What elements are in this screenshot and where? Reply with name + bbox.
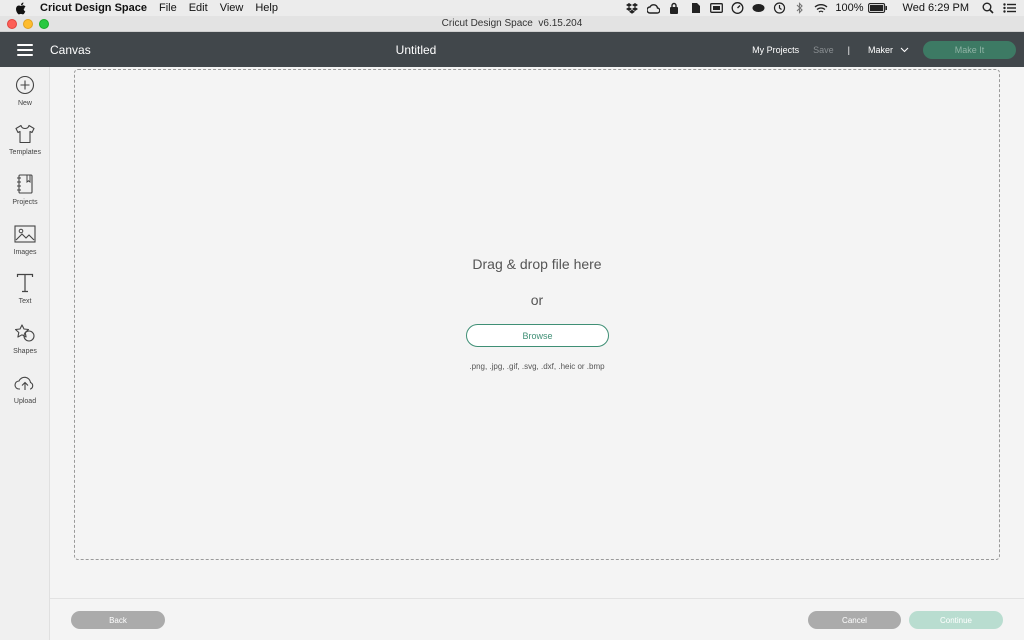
lock-icon[interactable] [667, 2, 681, 14]
sidebar-item-label: Text [18, 298, 32, 305]
shapes-icon [14, 322, 36, 344]
upload-main-area: Drag & drop file here or Browse .png, .j… [50, 67, 1024, 598]
sidebar-item-images[interactable]: Images [0, 223, 50, 269]
sidebar-item-templates[interactable]: Templates [0, 123, 50, 169]
footer-bar: Back Cancel Continue [50, 598, 1024, 640]
macos-menubar: Cricut Design Space File Edit View Help [0, 0, 1024, 16]
sidebar-item-label: Shapes [13, 348, 37, 355]
minimize-window-button[interactable] [23, 19, 33, 29]
gauge-icon[interactable] [730, 2, 744, 14]
my-projects-link[interactable]: My Projects [752, 45, 799, 55]
sidebar-item-label: Upload [13, 398, 37, 405]
menubar-tray: 100% Wed 6:29 PM [625, 0, 1024, 16]
sidebar-item-upload[interactable]: Upload [0, 372, 50, 418]
left-sidebar: New Templates Projects Images Text Shape… [0, 67, 50, 640]
or-text: or [530, 292, 544, 308]
header-divider: | [847, 44, 850, 55]
image-icon [14, 223, 36, 245]
display-icon[interactable] [709, 2, 723, 14]
sidebar-item-new[interactable]: New [0, 74, 50, 120]
document-title-wrapper: Untitled [0, 43, 832, 57]
menu-view[interactable]: View [220, 0, 244, 16]
menu-app-name[interactable]: Cricut Design Space [40, 0, 147, 16]
close-window-button[interactable] [7, 19, 17, 29]
browse-button[interactable]: Browse [466, 324, 609, 347]
spotlight-search-icon[interactable] [981, 2, 995, 14]
control-center-icon[interactable] [1002, 2, 1016, 14]
header-actions: My Projects Save | Maker Make It [752, 32, 1016, 67]
plus-circle-icon [14, 74, 36, 96]
menu-file[interactable]: File [159, 0, 177, 16]
sidebar-item-shapes[interactable]: Shapes [0, 322, 50, 368]
app-header: Canvas Untitled My Projects Save | Maker… [0, 32, 1024, 67]
sidebar-item-label: Projects [12, 199, 38, 206]
battery-percent: 100% [835, 2, 864, 14]
sidebar-item-label: Templates [9, 149, 41, 156]
menubar-clock[interactable]: Wed 6:29 PM [903, 2, 969, 14]
sidebar-item-label: New [17, 100, 32, 107]
time-machine-icon[interactable] [772, 2, 786, 14]
dropbox-icon[interactable] [625, 2, 639, 14]
document-title[interactable]: Untitled [396, 43, 437, 57]
cloud-upload-icon [14, 372, 36, 394]
wifi-icon[interactable] [814, 2, 828, 14]
make-it-button[interactable]: Make It [923, 40, 1016, 59]
file-drop-zone[interactable]: Drag & drop file here or Browse .png, .j… [74, 69, 1000, 560]
menu-help[interactable]: Help [255, 0, 278, 16]
creative-cloud-icon[interactable] [646, 2, 660, 14]
menu-edit[interactable]: Edit [189, 0, 208, 16]
cricut-icon[interactable] [751, 2, 765, 14]
bluetooth-icon[interactable] [793, 2, 807, 14]
apple-logo-icon[interactable] [14, 1, 28, 15]
save-button[interactable]: Save [813, 45, 834, 55]
sidebar-item-projects[interactable]: Projects [0, 173, 50, 219]
back-button[interactable]: Back [71, 611, 165, 629]
tshirt-icon [14, 123, 36, 145]
section-title: Canvas [50, 42, 91, 57]
chevron-down-icon [900, 45, 909, 55]
sidebar-item-label: Images [13, 249, 37, 256]
sidebar-item-text[interactable]: Text [0, 272, 50, 318]
hamburger-menu-icon[interactable] [17, 43, 33, 56]
continue-button[interactable]: Continue [909, 611, 1003, 629]
machine-selector-label: Maker [867, 44, 893, 55]
window-titlebar: Cricut Design Space v6.15.204 [0, 16, 1024, 32]
supported-formats-text: .png, .jpg, .gif, .svg, .dxf, .heic or .… [469, 362, 605, 371]
text-icon [14, 272, 36, 294]
evernote-icon[interactable] [688, 2, 702, 14]
window-controls [7, 19, 49, 29]
window-title: Cricut Design Space v6.15.204 [441, 18, 583, 29]
machine-selector[interactable]: Maker [868, 45, 909, 55]
notebook-icon [14, 173, 36, 195]
drag-drop-text: Drag & drop file here [472, 256, 602, 272]
cancel-button[interactable]: Cancel [808, 611, 901, 629]
zoom-window-button[interactable] [39, 19, 49, 29]
battery-icon[interactable] [867, 2, 888, 14]
